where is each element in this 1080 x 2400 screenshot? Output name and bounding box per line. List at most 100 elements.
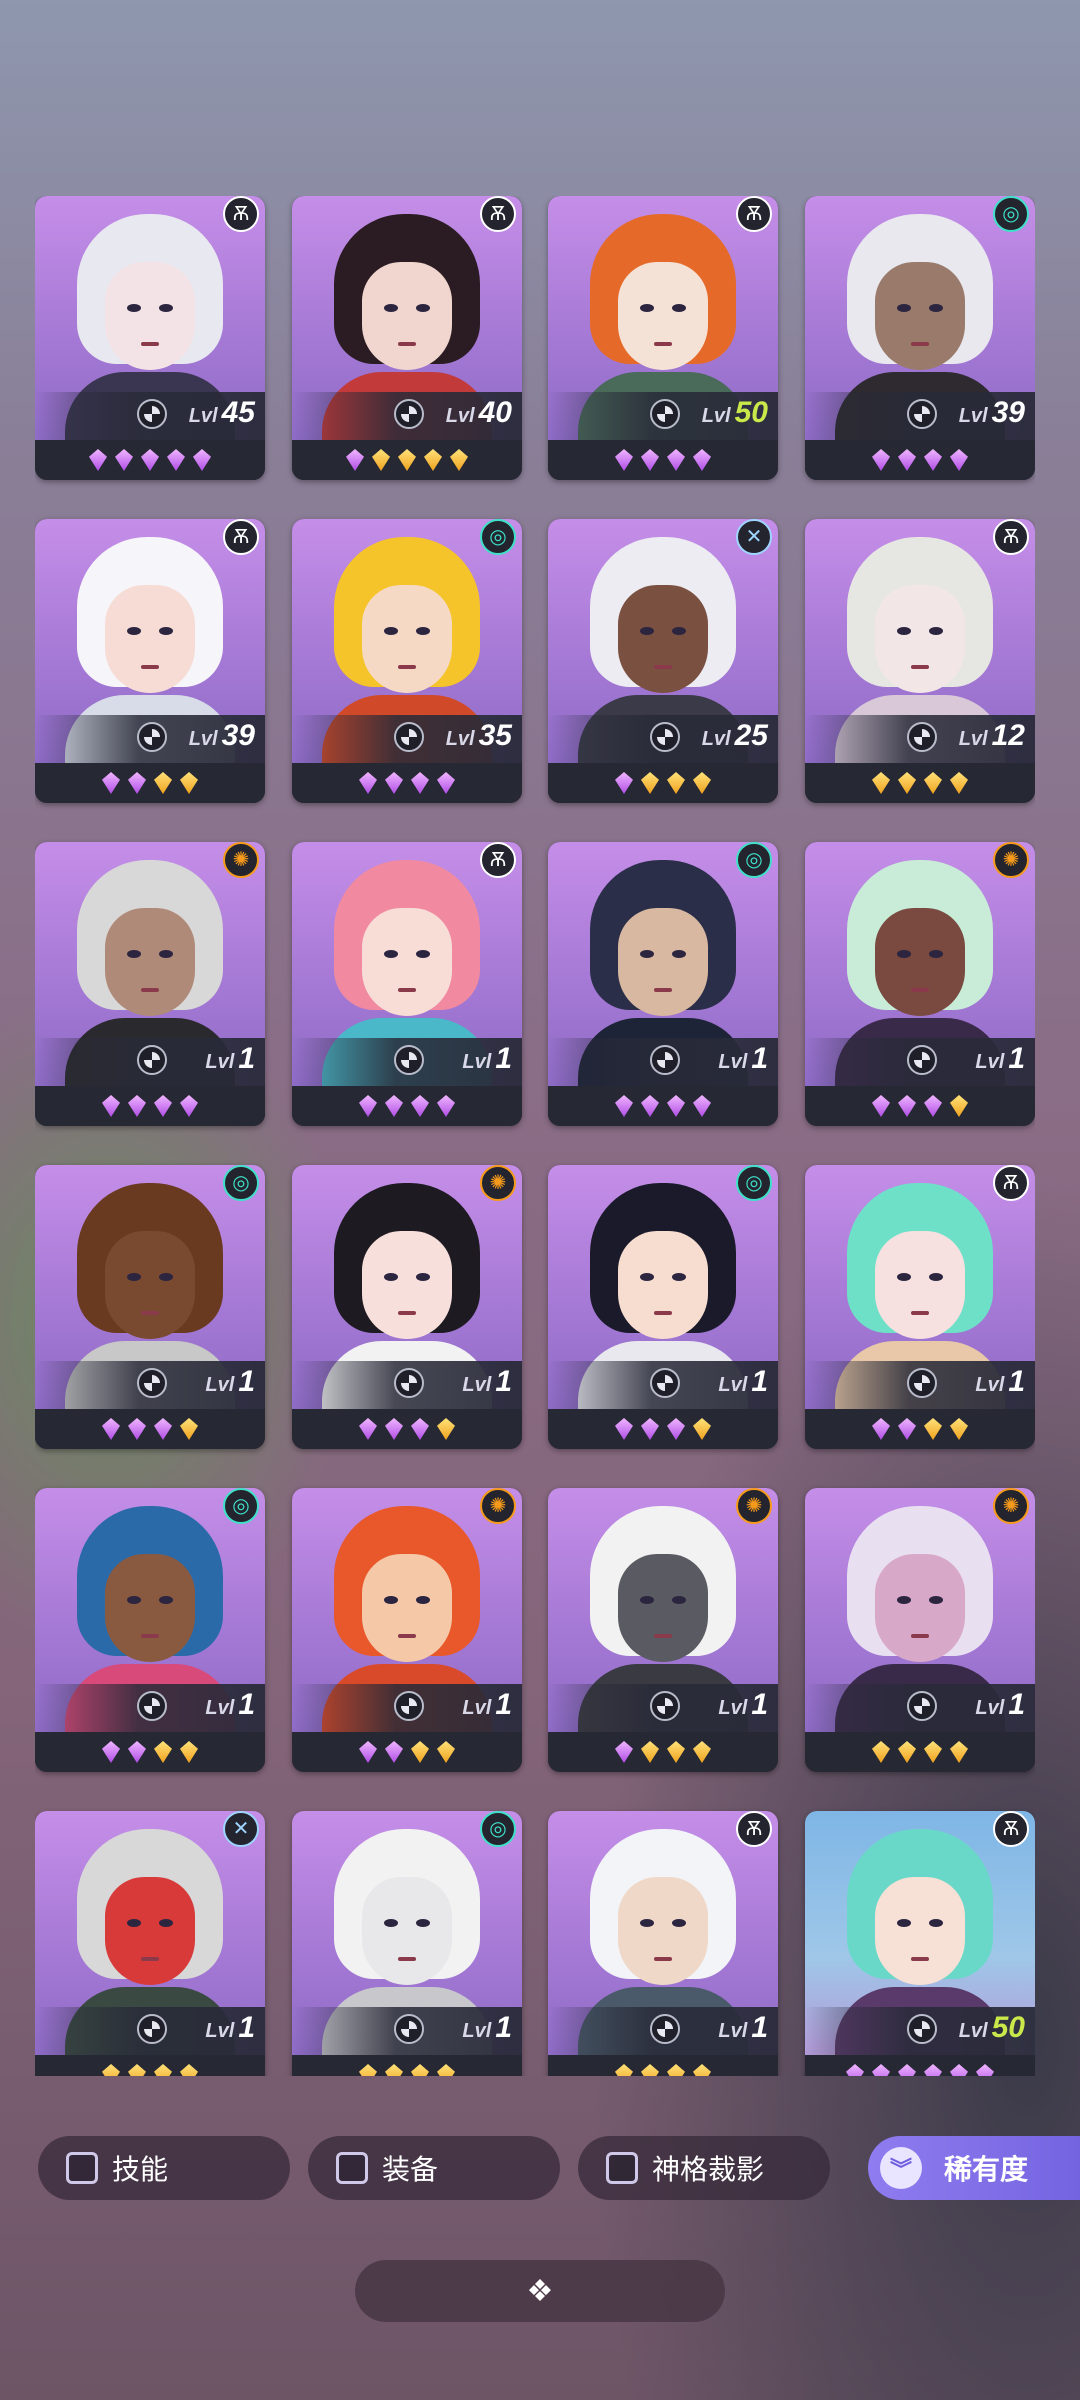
hero-card[interactable]: Lvl 1 ◎ (292, 1811, 522, 2076)
gold-gem-icon (437, 1418, 455, 1440)
purple-gem-icon (167, 449, 185, 471)
hero-card[interactable]: Lvl 1 ◎ (548, 842, 778, 1126)
purple-gem-icon (641, 1418, 659, 1440)
hero-card[interactable]: Lvl 1 ✺ (805, 842, 1035, 1126)
rarity-gems (35, 763, 265, 803)
level-value: 1 (751, 1042, 768, 1075)
rarity-gems (35, 2055, 265, 2076)
rarity-gems (805, 440, 1035, 480)
divine-filter-toggle[interactable]: 神格裁影 (578, 2136, 830, 2200)
hero-eye (929, 1919, 943, 1927)
level-value: 1 (495, 1688, 512, 1721)
purple-gem-icon (872, 1418, 890, 1440)
hero-level: Lvl 1 (975, 1042, 1025, 1078)
level-label: Lvl (188, 728, 218, 750)
hero-card[interactable]: Lvl 1 ◎ (35, 1165, 265, 1449)
hero-eye (127, 627, 141, 635)
hero-card[interactable]: Lvl 35 ◎ (292, 519, 522, 803)
hero-level: Lvl 40 (446, 396, 512, 432)
hero-card[interactable]: Lvl 1 ✺ (292, 1488, 522, 1772)
hero-card[interactable]: Lvl 1 Ѫ (805, 1165, 1035, 1449)
hero-level: Lvl 1 (718, 1688, 768, 1724)
purple-gem-icon (693, 449, 711, 471)
purple-gem-icon (667, 1418, 685, 1440)
hero-eye (929, 627, 943, 635)
purple-gem-icon (411, 1095, 429, 1117)
hero-eye (384, 304, 398, 312)
hero-eye (159, 1596, 173, 1604)
hero-card[interactable]: Lvl 50 Ѫ (805, 1811, 1035, 2076)
hero-mouth (398, 342, 416, 346)
hero-eye (159, 1919, 173, 1927)
level-label: Lvl (205, 1697, 235, 1719)
level-value: 1 (495, 1365, 512, 1398)
hero-mouth (654, 1634, 672, 1638)
divine-checkbox[interactable] (606, 2152, 638, 2184)
purple-gem-icon (102, 1741, 120, 1763)
rarity-gems (805, 1409, 1035, 1449)
fire-faction-icon: ✺ (223, 842, 259, 878)
hero-card[interactable]: Lvl 39 Ѫ (35, 519, 265, 803)
expand-handle-button[interactable]: ❖ (355, 2260, 725, 2322)
purple-gem-icon (89, 449, 107, 471)
hero-card[interactable]: Lvl 25 ✕ (548, 519, 778, 803)
hero-eye (159, 627, 173, 635)
equipment-filter-toggle[interactable]: 装备 (308, 2136, 560, 2200)
rarity-gems (548, 1086, 778, 1126)
hero-eye (897, 950, 911, 958)
purple-gem-icon (924, 2064, 942, 2076)
hero-card[interactable]: Lvl 1 ◎ (548, 1165, 778, 1449)
fire-faction-icon: ✺ (480, 1165, 516, 1201)
hero-eye (640, 1273, 654, 1281)
rarity-gems (292, 1732, 522, 1772)
hero-eye (416, 304, 430, 312)
gear-orb-icon (394, 1691, 424, 1721)
hero-face (105, 585, 195, 693)
wind-faction-icon: ◎ (993, 196, 1029, 232)
cross-faction-icon: ✕ (736, 519, 772, 555)
hero-face (105, 1231, 195, 1339)
level-value: 40 (478, 396, 512, 429)
wind-faction-icon: ◎ (480, 1811, 516, 1847)
hero-level: Lvl 1 (205, 2011, 255, 2047)
level-label: Lvl (958, 728, 988, 750)
hero-card[interactable]: Lvl 40 Ѫ (292, 196, 522, 480)
gold-gem-icon (950, 1418, 968, 1440)
hero-card[interactable]: Lvl 1 ✺ (292, 1165, 522, 1449)
hero-card[interactable]: Lvl 12 Ѫ (805, 519, 1035, 803)
hero-card[interactable]: Lvl 1 Ѫ (292, 842, 522, 1126)
purple-gem-icon (102, 1095, 120, 1117)
hero-mouth (911, 1311, 929, 1315)
equipment-checkbox[interactable] (336, 2152, 368, 2184)
level-label: Lvl (718, 1697, 748, 1719)
hero-eye (672, 304, 686, 312)
hero-face (618, 1554, 708, 1662)
dark-faction-icon: Ѫ (993, 1165, 1029, 1201)
hero-card[interactable]: Lvl 50 Ѫ (548, 196, 778, 480)
dark-faction-icon: Ѫ (480, 842, 516, 878)
hero-card[interactable]: Lvl 1 ✺ (35, 842, 265, 1126)
purple-gem-icon (128, 1095, 146, 1117)
hero-card[interactable]: Lvl 1 ✕ (35, 1811, 265, 2076)
level-label: Lvl (188, 405, 218, 427)
level-label: Lvl (445, 405, 475, 427)
rarity-sort-button[interactable]: ︾ 稀有度 (868, 2136, 1080, 2200)
hero-face (618, 262, 708, 370)
gear-orb-icon (650, 399, 680, 429)
hero-face (618, 908, 708, 1016)
level-label: Lvl (975, 1697, 1005, 1719)
hero-card[interactable]: Lvl 1 Ѫ (548, 1811, 778, 2076)
skill-checkbox[interactable] (66, 2152, 98, 2184)
rarity-gems (548, 2055, 778, 2076)
hero-card[interactable]: Lvl 1 ✺ (548, 1488, 778, 1772)
hero-card[interactable]: Lvl 45 Ѫ (35, 196, 265, 480)
gold-gem-icon (898, 772, 916, 794)
skill-filter-toggle[interactable]: 技能 (38, 2136, 290, 2200)
hero-card[interactable]: Lvl 39 ◎ (805, 196, 1035, 480)
gold-gem-icon (372, 449, 390, 471)
gear-orb-icon (907, 1368, 937, 1398)
hero-card[interactable]: Lvl 1 ✺ (805, 1488, 1035, 1772)
level-value: 39 (221, 719, 255, 752)
hero-card[interactable]: Lvl 1 ◎ (35, 1488, 265, 1772)
gold-gem-icon (950, 1095, 968, 1117)
